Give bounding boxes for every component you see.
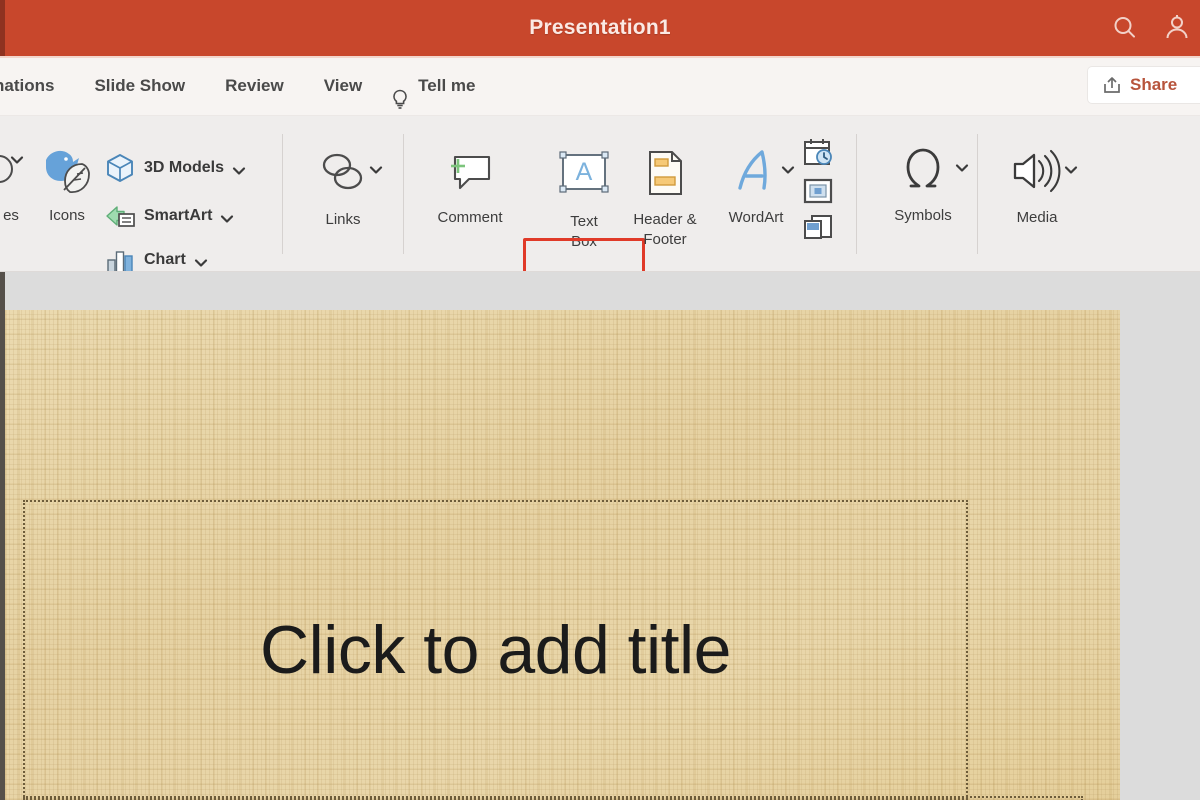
account-avatar-icon[interactable] [1162,13,1192,43]
ribbon-text-box-label-line2: Box [571,232,597,250]
ribbon-smartart-button[interactable]: SmartArt [104,200,234,232]
share-button[interactable]: Share [1088,67,1200,103]
insert-object-icon[interactable] [801,212,835,244]
slide-canvas[interactable]: Click to add title Click to add subtitle [5,310,1120,800]
tab-animations[interactable]: nations [0,56,74,116]
comment-add-icon [441,134,499,208]
ribbon-symbols-label: Symbols [894,207,952,224]
title-placeholder[interactable]: Click to add title [23,500,968,800]
ribbon-header-footer-label-line1: Header & [633,211,697,228]
title-bar: Presentation1 [0,0,1200,56]
ribbon-media-button[interactable]: Media [997,134,1077,228]
ribbon-chart-label: Chart [144,251,186,268]
ribbon-symbols-button[interactable]: Symbols [876,132,970,226]
ribbon-3d-models-button[interactable]: 3D Models [104,152,246,184]
header-footer-icon [637,136,693,210]
ribbon-links-button[interactable]: Links [303,136,383,230]
window-left-edge [0,0,5,56]
ribbon-text-box-label-line1: Text [570,213,598,230]
text-box-icon: A [554,138,614,212]
title-placeholder-text: Click to add title [260,612,731,688]
tell-me-label: Tell me [418,75,476,95]
ribbon-separator [282,134,283,254]
tell-me-box[interactable]: Tell me [382,56,495,116]
ribbon-media-label: Media [1016,209,1058,226]
symbols-chevron-down-icon[interactable] [955,160,969,172]
speaker-media-icon [1007,134,1067,208]
icons-bird-leaf-icon [36,132,98,206]
ribbon-comment-label: Comment [437,209,503,226]
cube-3d-icon [104,152,136,184]
ribbon-insert-tab: es Icons 3D Models SmartArt Chart Links … [0,116,1200,272]
ribbon-links-label: Links [325,211,361,228]
ribbon-shapes-label: es [3,207,19,224]
chart-bar-icon [104,244,136,271]
ribbon-header-footer-button[interactable]: Header & Footer [620,136,710,250]
ribbon-wordart-button[interactable]: WordArt [716,134,796,228]
ribbon-tab-strip: nations Slide Show Review View Tell me S… [0,56,1200,116]
slide-number-icon[interactable] [801,176,835,206]
wordart-chevron-down-icon[interactable] [781,162,795,174]
tab-review[interactable]: Review [205,56,304,116]
ribbon-text-box-button[interactable]: A Text Box [548,138,620,252]
title-bar-actions [1110,0,1200,56]
ribbon-icons-label: Icons [49,207,85,224]
svg-text:A: A [576,158,593,186]
ribbon-separator [856,134,857,254]
document-title: Presentation1 [529,16,671,39]
tab-view[interactable]: View [304,56,382,116]
ribbon-chart-button[interactable]: Chart [104,244,208,271]
powerpoint-window: Presentation1 nations Slide Show Review … [0,0,1200,800]
ribbon-smartart-label: SmartArt [144,207,213,224]
ribbon-header-footer-label-line2: Footer [643,230,687,248]
lightbulb-icon [390,75,410,109]
search-icon[interactable] [1110,13,1140,43]
ribbon-wordart-label: WordArt [728,209,784,226]
links-chain-icon [315,136,371,210]
wordart-icon [728,134,784,208]
subtitle-placeholder[interactable]: Click to add subtitle [23,796,1083,800]
ribbon-3d-models-label: 3D Models [144,159,225,176]
links-chevron-down-icon[interactable] [369,162,383,174]
ribbon-icons-button[interactable]: Icons [30,132,104,226]
share-label: Share [1130,75,1178,94]
3d-models-chevron-down-icon[interactable] [232,163,246,175]
shapes-chevron-down-icon[interactable] [10,152,24,164]
date-and-time-icon[interactable] [801,136,835,170]
smartart-icon [104,200,136,232]
tab-slide-show[interactable]: Slide Show [74,56,205,116]
smartart-chevron-down-icon[interactable] [220,211,234,223]
chart-chevron-down-icon[interactable] [194,255,208,267]
media-chevron-down-icon[interactable] [1064,162,1078,174]
ribbon-text-small-icons-group [801,136,835,244]
slide-workspace: Click to add title Click to add subtitle [0,272,1200,800]
ribbon-separator [977,134,978,254]
share-icon [1102,75,1122,95]
ribbon-separator [403,134,404,254]
omega-symbol-icon [893,132,953,206]
ribbon-comment-button[interactable]: Comment [424,134,516,228]
